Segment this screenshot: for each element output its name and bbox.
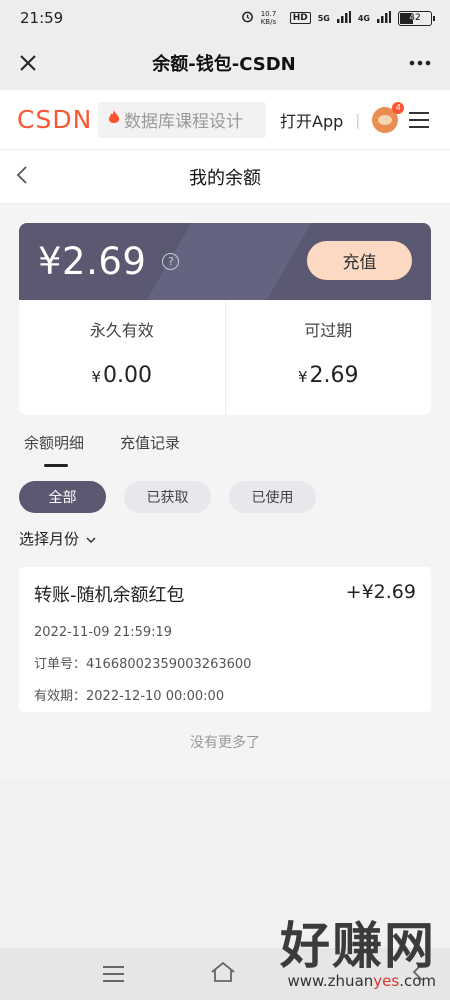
record-expiry: 有效期：2022-12-10 00:00:00 bbox=[34, 685, 416, 704]
list-item: 转账-随机余额红包 +¥2.69 2022-11-09 21:59:19 订单号… bbox=[19, 567, 431, 712]
avatar[interactable]: 4 bbox=[372, 101, 405, 133]
month-selector[interactable]: 选择月份 bbox=[0, 528, 450, 549]
month-selector-label: 选择月份 bbox=[19, 530, 80, 548]
close-icon[interactable] bbox=[14, 49, 42, 77]
tab-balance-detail[interactable]: 余额明细 bbox=[24, 430, 84, 472]
back-icon[interactable] bbox=[16, 165, 28, 189]
net-speed: 10.7 KB/s bbox=[260, 10, 277, 26]
no-more-text: 没有更多了 bbox=[190, 735, 260, 751]
alarm-icon bbox=[241, 10, 254, 26]
balance-header: ¥2.69 ? 充值 bbox=[19, 223, 431, 300]
avatar-face bbox=[378, 114, 393, 125]
signal-bars-icon bbox=[336, 10, 351, 26]
filter-chips: 全部 已获取 已使用 bbox=[0, 481, 450, 513]
menu-icon[interactable] bbox=[103, 966, 124, 982]
search-placeholder: 数据库课程设计 bbox=[124, 112, 243, 132]
permanent-amount: 0.00 bbox=[103, 363, 153, 388]
back-arrow-icon[interactable] bbox=[412, 962, 424, 986]
status-icons: 10.7 KB/s HD 5G 4G 42 bbox=[241, 10, 435, 26]
signal-4g: 4G bbox=[357, 13, 370, 23]
notification-badge: 4 bbox=[392, 101, 405, 114]
filter-all[interactable]: 全部 bbox=[19, 481, 106, 513]
bottom-bar bbox=[0, 948, 450, 1000]
permanent-label: 永久有效 bbox=[89, 321, 154, 340]
webview-title-bar: 余额-钱包-CSDN bbox=[0, 36, 450, 90]
flame-icon bbox=[108, 109, 120, 130]
filter-received[interactable]: 已获取 bbox=[124, 481, 211, 513]
more-icon[interactable] bbox=[406, 49, 434, 77]
expiring-value: ¥2.69 bbox=[226, 363, 432, 388]
menu-icon[interactable] bbox=[409, 111, 430, 128]
balance-card: ¥2.69 ? 充值 永久有效 ¥0.00 可过期 ¥2.69 bbox=[19, 223, 431, 415]
empty-area bbox=[0, 781, 450, 948]
status-bar: 21:59 10.7 KB/s HD 5G 4G 42 bbox=[0, 0, 450, 36]
battery-icon: 42 bbox=[398, 10, 435, 26]
filter-used[interactable]: 已使用 bbox=[229, 481, 316, 513]
permanent-balance: 永久有效 ¥0.00 bbox=[19, 300, 225, 415]
record-amount: +¥2.69 bbox=[345, 581, 416, 603]
recharge-button[interactable]: 充值 bbox=[307, 241, 412, 280]
order-number: 4166800235900326360​0 bbox=[86, 657, 252, 672]
balance-total: ¥2.69 bbox=[38, 240, 147, 283]
currency-symbol: ¥ bbox=[297, 368, 308, 386]
signal-bars-icon-2 bbox=[377, 10, 391, 26]
order-label: 订单号： bbox=[34, 657, 87, 672]
battery-level: 42 bbox=[409, 12, 421, 23]
expiring-label: 可过期 bbox=[304, 321, 353, 340]
balance-breakdown: 永久有效 ¥0.00 可过期 ¥2.69 bbox=[19, 300, 431, 415]
signal-5g: 5G bbox=[317, 13, 330, 23]
status-time: 21:59 bbox=[20, 9, 64, 27]
expiry-date: 2022-12-10 00:00:00 bbox=[86, 689, 225, 704]
page-title: 我的余额 bbox=[189, 167, 261, 189]
record-time: 2022-11-09 21:59:19 bbox=[34, 625, 173, 640]
tab-bar: 余额明细 充值记录 bbox=[0, 430, 450, 472]
permanent-value: ¥0.00 bbox=[19, 363, 225, 388]
record-order: 订单号：4166800235900326360​0 bbox=[34, 653, 416, 672]
chevron-down-icon bbox=[86, 530, 96, 548]
expiring-balance: 可过期 ¥2.69 bbox=[224, 300, 432, 415]
sub-nav: 我的余额 bbox=[0, 150, 450, 204]
currency-symbol: ¥ bbox=[91, 368, 102, 386]
csdn-header: CSDN 数据库课程设计 打开App | 4 bbox=[0, 90, 450, 150]
expiry-label: 有效期： bbox=[34, 689, 87, 704]
divider: | bbox=[355, 110, 361, 129]
tab-recharge-records[interactable]: 充值记录 bbox=[120, 430, 180, 472]
webview-title: 余额-钱包-CSDN bbox=[152, 54, 296, 75]
expiring-amount: 2.69 bbox=[309, 363, 359, 388]
hd-badge: HD bbox=[289, 12, 311, 24]
home-icon[interactable] bbox=[210, 961, 236, 987]
search-input[interactable]: 数据库课程设计 bbox=[98, 101, 266, 138]
csdn-logo[interactable]: CSDN bbox=[17, 105, 95, 134]
open-app-link[interactable]: 打开App bbox=[280, 108, 343, 132]
